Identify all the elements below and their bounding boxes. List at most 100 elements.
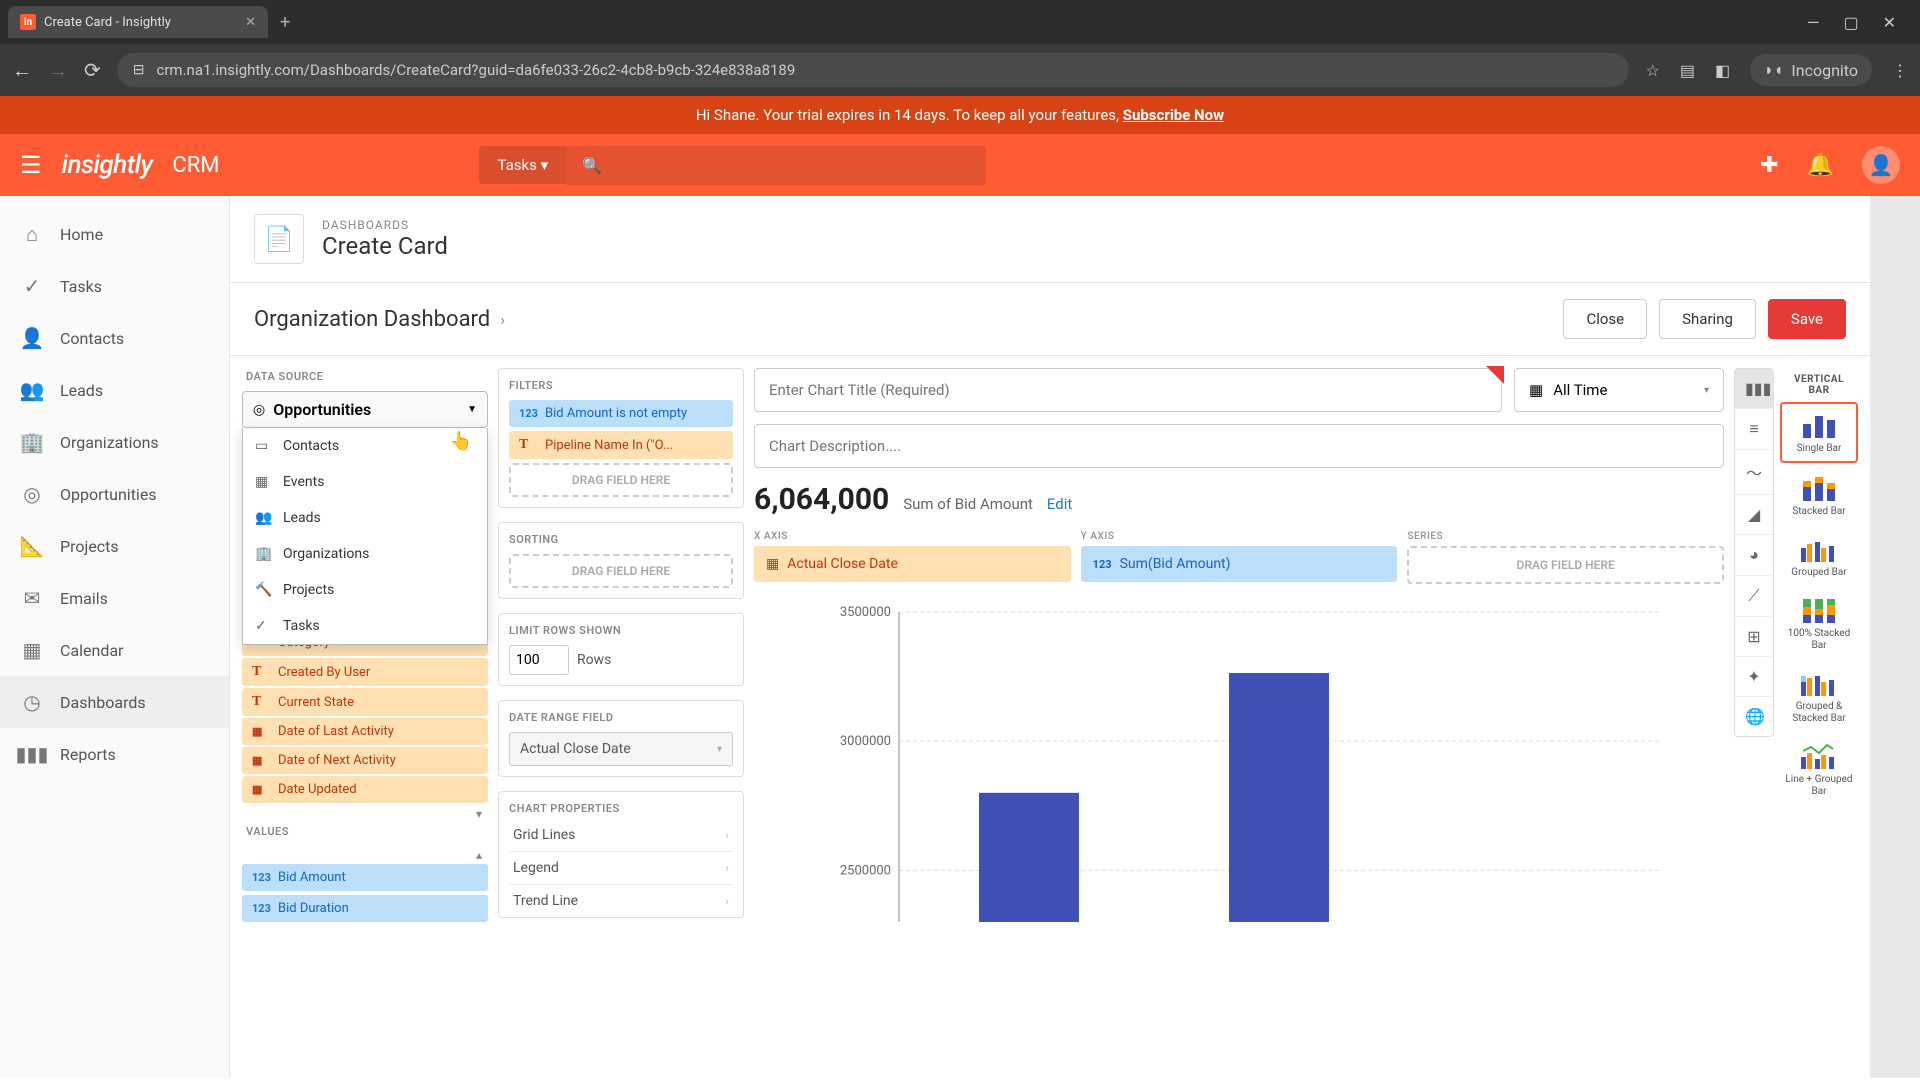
menu-toggle-icon[interactable]: ☰	[20, 151, 42, 179]
line-chart-icon[interactable]: 〜	[1735, 450, 1773, 495]
nav-item-reports[interactable]: ▮▮▮Reports	[0, 728, 229, 780]
menu-icon[interactable]: ⋮	[1892, 61, 1908, 80]
nav-item-tasks[interactable]: ✓Tasks	[0, 260, 229, 312]
ds-option-contacts[interactable]: ▭Contacts	[243, 428, 487, 464]
chart-option-single-bar[interactable]: Single Bar	[1780, 402, 1858, 463]
filter-icon: T	[519, 437, 537, 453]
value-chip[interactable]: 123Bid Duration	[242, 895, 488, 922]
chart-option-stacked-bar[interactable]: Stacked Bar	[1780, 467, 1858, 524]
nav-item-opportunities[interactable]: ◎Opportunities	[0, 468, 229, 520]
nav-item-dashboards[interactable]: ◷Dashboards	[0, 676, 229, 728]
sorting-drop-zone[interactable]: DRAG FIELD HERE	[509, 554, 733, 588]
nav-item-home[interactable]: ⌂Home	[0, 208, 229, 260]
search-scope-dropdown[interactable]: Tasks ▾	[479, 146, 566, 184]
avatar[interactable]: 👤	[1862, 146, 1900, 184]
ds-option-events[interactable]: ▦Events	[243, 464, 487, 500]
nav-item-organizations[interactable]: 🏢Organizations	[0, 416, 229, 468]
dashboard-name[interactable]: Organization Dashboard	[254, 307, 490, 332]
subscribe-link[interactable]: Subscribe Now	[1123, 106, 1224, 124]
y-axis-field[interactable]: 123 Sum(Bid Amount)	[1081, 546, 1398, 582]
reload-button[interactable]: ⟳	[84, 58, 101, 82]
chevron-right-icon: ›	[500, 310, 505, 329]
x-axis-label: X AXIS	[754, 531, 1071, 542]
new-tab-button[interactable]: +	[272, 4, 298, 41]
close-window-icon[interactable]: ✕	[1883, 13, 1896, 32]
ruler-icon[interactable]: ⟋	[1735, 576, 1773, 617]
nav-icon: 👤	[20, 326, 44, 350]
sharing-button[interactable]: Sharing	[1659, 299, 1756, 339]
pie-chart-icon[interactable]: ◕	[1735, 535, 1773, 576]
browser-tab[interactable]: in Create Card - Insightly ✕	[8, 6, 268, 38]
ds-option-leads[interactable]: 👥Leads	[243, 500, 487, 536]
page-title: Create Card	[322, 232, 448, 260]
nav-item-emails[interactable]: ✉Emails	[0, 572, 229, 624]
notifications-icon[interactable]: 🔔	[1807, 153, 1834, 178]
maximize-icon[interactable]: ▢	[1843, 13, 1858, 32]
nav-item-calendar[interactable]: ▦Calendar	[0, 624, 229, 676]
filter-chip[interactable]: 123Bid Amount is not empty	[509, 400, 733, 427]
txt-icon: T	[252, 694, 270, 710]
ds-option-projects[interactable]: 🔨Projects	[243, 572, 487, 608]
search-input[interactable]: 🔍	[566, 146, 986, 185]
field-chip[interactable]: ▦Date of Next Activity	[242, 747, 488, 774]
nav-item-projects[interactable]: 📐Projects	[0, 520, 229, 572]
url-input[interactable]: ⊟ crm.na1.insightly.com/Dashboards/Creat…	[117, 53, 1630, 87]
field-chip[interactable]: TCreated By User	[242, 658, 488, 686]
globe-icon[interactable]: 🌐	[1735, 697, 1773, 736]
option-icon: 🔨	[255, 582, 273, 598]
value-chip[interactable]: 123Bid Amount	[242, 864, 488, 891]
magic-icon[interactable]: ✦	[1735, 657, 1773, 697]
scroll-down-icon[interactable]: ▾	[242, 805, 488, 823]
chart-description-input[interactable]	[754, 424, 1724, 468]
nav-item-contacts[interactable]: 👤Contacts	[0, 312, 229, 364]
chart-option-100-stacked-bar[interactable]: 100% Stacked Bar	[1780, 589, 1858, 658]
chart-prop-grid-lines[interactable]: Grid Lines›	[509, 819, 733, 852]
close-tab-icon[interactable]: ✕	[245, 15, 256, 30]
chart-title-input[interactable]	[754, 368, 1502, 412]
ds-option-tasks[interactable]: ✓Tasks	[243, 608, 487, 644]
calendar-icon: ▦	[766, 556, 779, 572]
time-range-select[interactable]: ▦ All Time ▾	[1514, 368, 1724, 412]
tab-favicon: in	[20, 14, 36, 30]
add-button[interactable]: ✚	[1760, 153, 1778, 178]
filters-drop-zone[interactable]: DRAG FIELD HERE	[509, 463, 733, 497]
table-icon[interactable]: ⊞	[1735, 617, 1773, 657]
extensions-icon[interactable]: ▤	[1680, 61, 1695, 80]
x-axis-field[interactable]: ▦ Actual Close Date	[754, 546, 1071, 582]
series-drop-zone[interactable]: DRAG FIELD HERE	[1407, 546, 1724, 584]
field-chip[interactable]: ▦Date Updated	[242, 776, 488, 803]
field-chip[interactable]: ▦Date of Last Activity	[242, 718, 488, 745]
save-button[interactable]: Save	[1768, 299, 1846, 339]
area-chart-icon[interactable]: ◢	[1735, 495, 1773, 535]
bar-chart-icon[interactable]: ▮▮▮	[1735, 369, 1773, 409]
panel-icon[interactable]: ◧	[1715, 61, 1730, 80]
chart-prop-trend-line[interactable]: Trend Line›	[509, 885, 733, 917]
chart-prop-legend[interactable]: Legend›	[509, 852, 733, 885]
filter-chip[interactable]: TPipeline Name In ("O...	[509, 431, 733, 459]
forward-button[interactable]: →	[48, 58, 68, 83]
data-source-select[interactable]: ◎ Opportunities ▼	[242, 391, 488, 428]
field-chip[interactable]: TCurrent State	[242, 688, 488, 716]
number-icon: 123	[252, 871, 270, 884]
logo[interactable]: insightly	[62, 150, 153, 180]
chart-option-grouped-bar[interactable]: Grouped Bar	[1780, 528, 1858, 585]
url-text: crm.na1.insightly.com/Dashboards/CreateC…	[157, 61, 796, 79]
list-icon[interactable]: ≡	[1735, 409, 1773, 450]
scroll-up-icon[interactable]: ▴	[242, 846, 488, 864]
minimize-icon[interactable]: —	[1807, 13, 1820, 32]
back-button[interactable]: ←	[12, 58, 32, 83]
site-settings-icon[interactable]: ⊟	[133, 62, 145, 78]
nav-item-leads[interactable]: 👥Leads	[0, 364, 229, 416]
ds-option-organizations[interactable]: 🏢Organizations	[243, 536, 487, 572]
chart-preview-icon	[1799, 741, 1839, 771]
date-range-select[interactable]: Actual Close Date ▾	[509, 732, 733, 766]
option-icon: ✓	[255, 618, 273, 634]
metric-edit-link[interactable]: Edit	[1047, 495, 1072, 513]
close-button[interactable]: Close	[1563, 299, 1647, 339]
limit-input[interactable]	[509, 645, 569, 675]
chart-option-line-grouped-bar[interactable]: Line + Grouped Bar	[1780, 735, 1858, 804]
incognito-badge[interactable]: ◗◖ Incognito	[1750, 54, 1872, 86]
bookmark-icon[interactable]: ☆	[1645, 61, 1659, 80]
chart-preview-icon	[1799, 668, 1839, 698]
chart-option-grouped-stacked-bar[interactable]: Grouped & Stacked Bar	[1780, 662, 1858, 731]
